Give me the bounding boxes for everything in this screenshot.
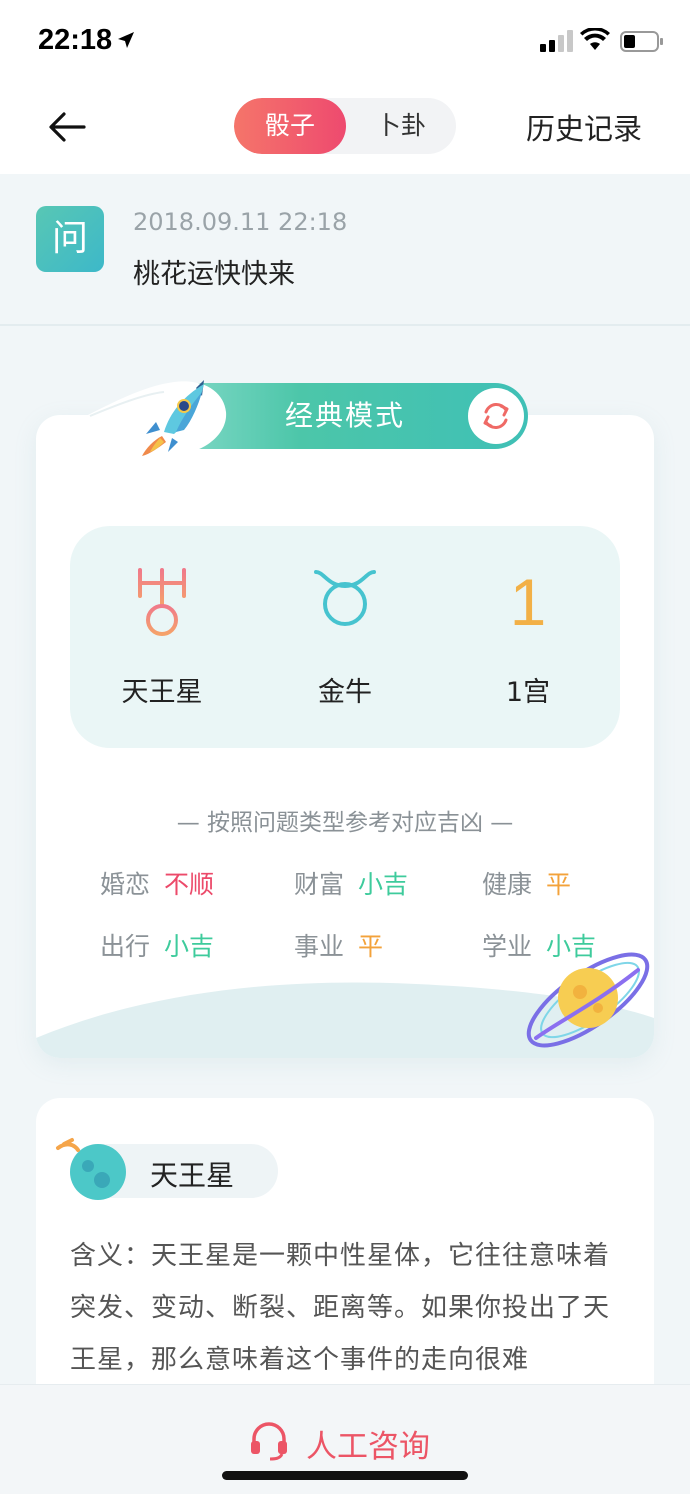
die-house: 1 1宫 bbox=[436, 526, 620, 748]
fortune-value: 平 bbox=[546, 870, 572, 899]
planet-saturn-icon bbox=[526, 952, 650, 1048]
mode-segmented-control: 骰子 卜卦 bbox=[234, 98, 456, 154]
consult-label: 人工咨询 bbox=[306, 1429, 430, 1465]
fortune-item: 财富 小吉 bbox=[294, 865, 408, 901]
fortune-item: 出行 小吉 bbox=[100, 927, 214, 963]
tab-divination[interactable]: 卜卦 bbox=[346, 98, 456, 154]
bottom-bar: 人工咨询 bbox=[0, 1384, 690, 1494]
question-datetime: 2018.09.11 22:18 bbox=[133, 208, 348, 236]
question-section: 问 2018.09.11 22:18 桃花运快快来 bbox=[0, 174, 690, 326]
headset-icon bbox=[251, 1422, 287, 1461]
history-button[interactable]: 历史记录 bbox=[526, 106, 642, 148]
fortune-category: 健康 bbox=[482, 870, 533, 899]
battery-icon bbox=[620, 31, 663, 52]
fortune-value: 小吉 bbox=[164, 932, 215, 961]
planet-detail-card: 天王星 含义：天王星是一颗中性星体，它往往意味着突发、变动、断裂、距离等。如果你… bbox=[36, 1098, 654, 1418]
refresh-button[interactable] bbox=[468, 388, 524, 444]
fortune-item: 事业平 bbox=[294, 927, 383, 963]
taurus-symbol-icon bbox=[314, 570, 376, 626]
cellular-signal-icon bbox=[540, 30, 573, 52]
planet-tag-label: 天王星 bbox=[150, 1159, 235, 1192]
reference-title: — 按照问题类型参考对应吉凶 — bbox=[176, 810, 514, 836]
fortune-value: 小吉 bbox=[358, 870, 409, 899]
refresh-icon bbox=[483, 403, 509, 429]
wifi-icon bbox=[580, 28, 610, 50]
die-planet: 天王星 bbox=[70, 526, 254, 748]
back-arrow-icon[interactable] bbox=[44, 104, 90, 150]
fortune-item: 婚恋 不顺 bbox=[100, 865, 214, 901]
die-sign-label: 金牛 bbox=[318, 677, 372, 708]
fortune-value: 不顺 bbox=[164, 870, 215, 899]
die-house-number: 1 bbox=[509, 565, 547, 639]
uranus-symbol-icon bbox=[138, 568, 186, 636]
die-house-label: 1宫 bbox=[505, 677, 551, 708]
fortune-category: 财富 bbox=[294, 870, 345, 899]
fortune-item: 健康平 bbox=[482, 865, 571, 901]
fortune-category: 婚恋 bbox=[100, 870, 151, 899]
fortune-category: 出行 bbox=[100, 932, 151, 961]
home-indicator[interactable] bbox=[222, 1471, 468, 1480]
status-time: 22:18 bbox=[38, 24, 113, 56]
uranus-planet-icon bbox=[56, 1138, 126, 1200]
rocket-icon bbox=[86, 380, 227, 456]
question-badge: 问 bbox=[36, 206, 104, 272]
fortune-category: 事业 bbox=[294, 932, 345, 961]
die-planet-label: 天王星 bbox=[121, 677, 203, 708]
planet-description: 含义：天王星是一颗中性星体，它往往意味着突发、变动、断裂、距离等。如果你投出了天… bbox=[70, 1241, 611, 1375]
die-sign: 金牛 bbox=[253, 526, 437, 748]
tab-dice[interactable]: 骰子 bbox=[234, 98, 346, 154]
nav-header: 骰子 卜卦 历史记录 bbox=[0, 84, 690, 174]
fortune-value: 平 bbox=[358, 932, 384, 961]
dice-result-panel: 天王星 金牛 1 1宫 bbox=[70, 526, 620, 748]
question-text: 桃花运快快来 bbox=[133, 259, 295, 290]
location-arrow-icon bbox=[118, 32, 134, 48]
status-bar: 22:18 bbox=[0, 0, 690, 84]
